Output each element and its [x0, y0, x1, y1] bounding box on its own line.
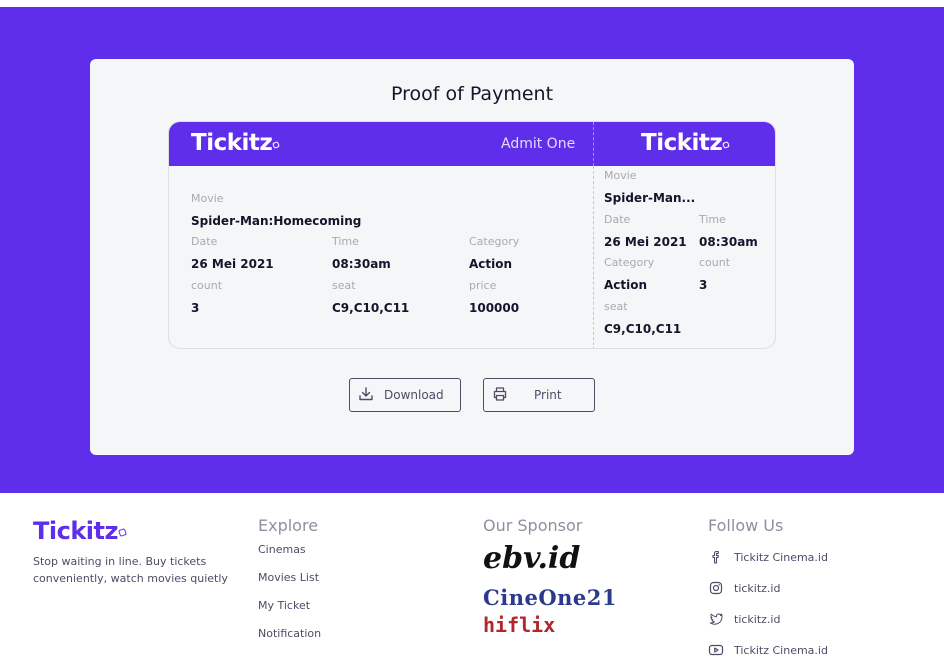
sponsor-cineone21-logo: CineOne21	[483, 585, 617, 610]
explore-heading: Explore	[258, 516, 319, 535]
youtube-icon	[708, 644, 724, 656]
price-label: price	[469, 279, 497, 292]
stub-date-label: Date	[604, 213, 631, 226]
time-value: 08:30am	[332, 257, 391, 271]
stub-count-label: count	[699, 256, 731, 269]
time-label: Time	[332, 235, 359, 248]
stub-seat-value: C9,C10,C11	[604, 322, 682, 336]
ticket-logo: Tickitz	[191, 130, 281, 156]
sponsor-hiflix-logo: hiflix	[483, 613, 556, 637]
logo-mark-icon	[117, 528, 127, 537]
movie-label: Movie	[191, 192, 224, 205]
footer-tagline: Stop waiting in line. Buy tickets conven…	[33, 555, 228, 585]
stub-time-label: Time	[699, 213, 726, 226]
footer-logo[interactable]: Tickitz	[33, 517, 127, 545]
facebook-icon	[712, 550, 719, 564]
stub-category-value: Action	[604, 278, 648, 292]
social-twitter-label: tickitz.id	[734, 612, 781, 626]
admit-one-label: Admit One	[501, 136, 576, 152]
movie-value: Spider-Man:Homecoming	[191, 214, 362, 228]
print-button[interactable]: Print	[483, 378, 595, 412]
social-facebook[interactable]: Tickitz Cinema.id	[708, 549, 828, 565]
stub-movie-value: Spider-Man...	[604, 191, 696, 205]
page-title: Proof of Payment	[390, 83, 554, 105]
ticket-divider	[593, 122, 594, 166]
print-label: Print	[534, 388, 562, 402]
instagram-icon	[709, 581, 723, 595]
sponsor-ebvid-logo: ebv.id	[483, 541, 581, 576]
explore-link-movies-list[interactable]: Movies List	[258, 571, 319, 584]
stub-seat-label: seat	[604, 300, 628, 313]
social-facebook-label: Tickitz Cinema.id	[734, 550, 828, 564]
social-instagram[interactable]: tickitz.id	[708, 580, 780, 596]
download-label: Download	[384, 388, 444, 402]
follow-heading: Follow Us	[708, 516, 784, 535]
count-value: 3	[191, 301, 200, 315]
date-value: 26 Mei 2021	[191, 257, 274, 271]
twitter-icon	[709, 613, 723, 625]
category-label: Category	[469, 235, 520, 248]
stub-category-label: Category	[604, 256, 655, 269]
explore-link-my-ticket[interactable]: My Ticket	[258, 599, 310, 612]
logo-mark-icon	[272, 141, 281, 149]
count-label: count	[191, 279, 223, 292]
ticket-header: Tickitz Admit One Tickitz	[169, 122, 775, 166]
logo-mark-icon	[722, 141, 731, 149]
seat-value: C9,C10,C11	[332, 301, 410, 315]
download-button[interactable]: Download	[349, 378, 461, 412]
social-youtube[interactable]: Tickitz Cinema.id	[708, 642, 828, 658]
payment-card: Proof of Payment Tickitz Admit One Ticki…	[90, 59, 854, 455]
footer: Tickitz Stop waiting in line. Buy ticket…	[0, 493, 944, 665]
social-instagram-label: tickitz.id	[734, 581, 781, 595]
date-label: Date	[191, 235, 218, 248]
seat-label: seat	[332, 279, 356, 292]
social-youtube-label: Tickitz Cinema.id	[734, 643, 828, 657]
price-value: 100000	[469, 301, 520, 315]
explore-link-notification[interactable]: Notification	[258, 627, 321, 640]
category-value: Action	[469, 257, 513, 271]
hero-banner: Proof of Payment Tickitz Admit One Ticki…	[0, 7, 944, 493]
social-twitter[interactable]: tickitz.id	[708, 611, 780, 627]
stub-count-value: 3	[699, 278, 708, 292]
explore-link-cinemas[interactable]: Cinemas	[258, 543, 306, 556]
download-icon	[359, 387, 373, 401]
stub-logo: Tickitz	[641, 130, 731, 156]
stub-date-value: 26 Mei 2021	[604, 235, 687, 249]
sponsor-heading: Our Sponsor	[483, 516, 583, 535]
ticket-perforation	[593, 166, 594, 348]
stub-movie-label: Movie	[604, 169, 637, 182]
stub-time-value: 08:30am	[699, 235, 758, 249]
ticket: Tickitz Admit One Tickitz Movie Spider-M…	[168, 121, 776, 349]
printer-icon	[493, 387, 507, 401]
